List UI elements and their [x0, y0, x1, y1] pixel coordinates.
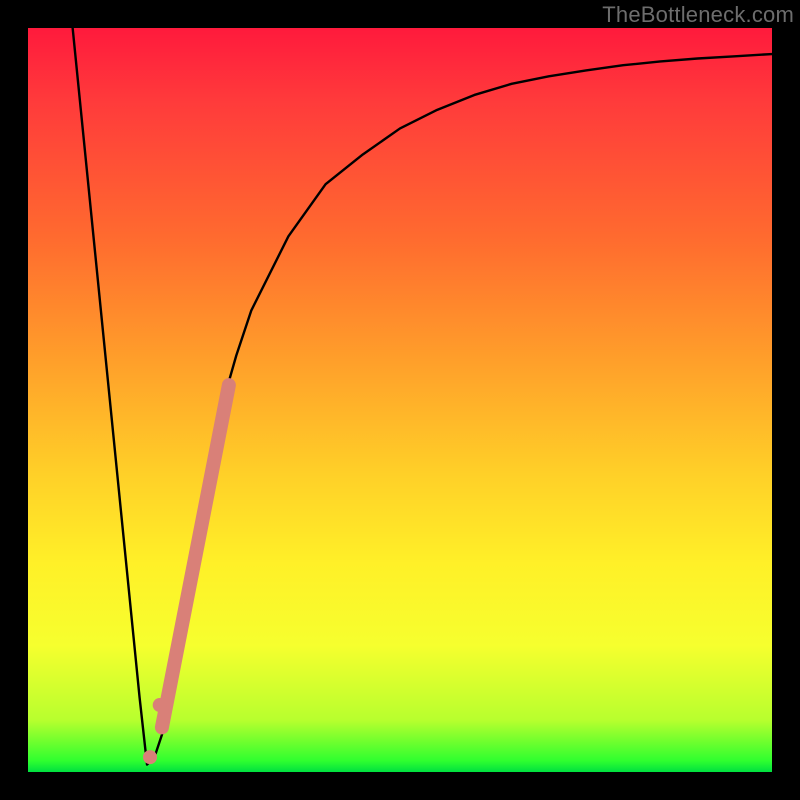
chart-overlay [28, 28, 772, 772]
salmon-dot-2 [143, 750, 157, 764]
salmon-segment [162, 385, 229, 727]
watermark-text: TheBottleneck.com [602, 2, 794, 28]
chart-frame: TheBottleneck.com [0, 0, 800, 800]
salmon-dot-1 [153, 698, 167, 712]
